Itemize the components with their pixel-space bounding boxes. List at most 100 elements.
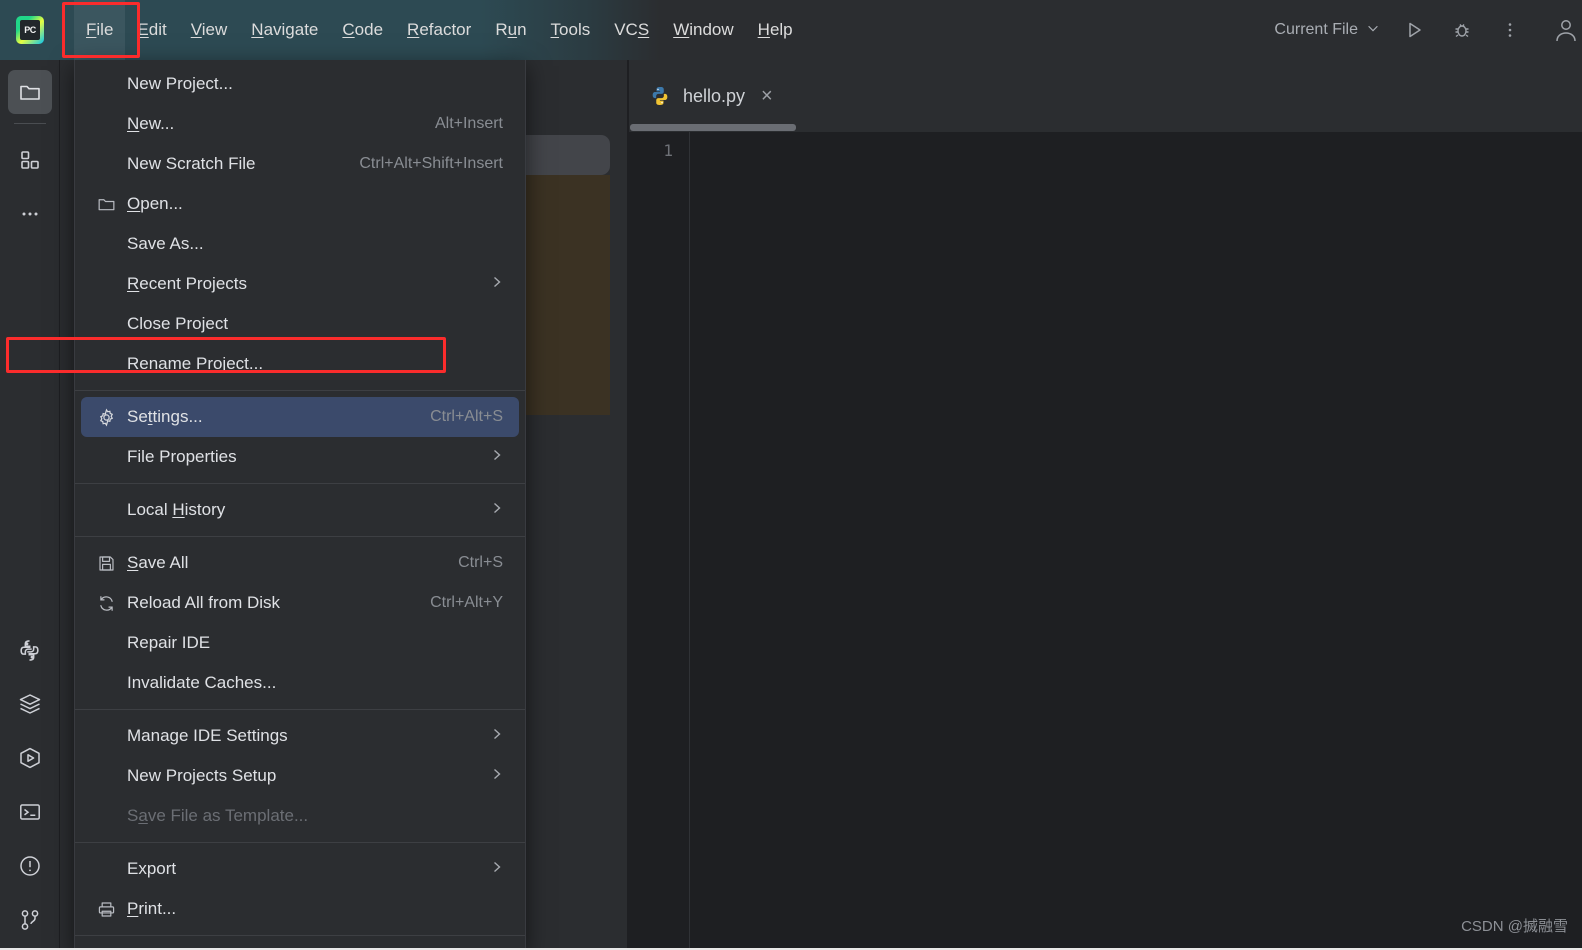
menu-item-label: Save As... [127, 234, 204, 253]
menu-item-label: Export [127, 859, 177, 878]
rail-divider [13, 123, 46, 124]
sidebar-item-run-tool-window[interactable] [8, 736, 52, 780]
menubar-item-help[interactable]: Help [746, 0, 805, 60]
run-configuration-label: Current File [1274, 21, 1358, 38]
menu-item-label: File Properties [127, 447, 237, 466]
menu-item-label: New Project... [127, 74, 233, 93]
pycharm-window: PC File Edit View Navigate Code Refactor Run To… [0, 0, 1582, 950]
printer-icon [97, 900, 127, 919]
sidebar-item-database[interactable] [8, 682, 52, 726]
debug-bug-icon[interactable] [1442, 10, 1482, 50]
chevron-right-icon [491, 767, 503, 786]
chevron-right-icon [491, 727, 503, 746]
pycharm-logo-text: PC [20, 20, 40, 40]
menu-item-print[interactable]: Print... [75, 889, 525, 929]
menubar-item-tools[interactable]: Tools [539, 0, 603, 60]
editor-gutter: 1 [629, 132, 690, 950]
menu-item-new-project[interactable]: New Project... [75, 64, 525, 104]
menu-item-shortcut: Ctrl+Alt+S [430, 408, 503, 425]
menu-item-label: Reload All from Disk [127, 593, 281, 612]
python-file-icon [649, 85, 671, 107]
menu-item-close-project[interactable]: Close Project [75, 304, 525, 344]
sidebar-item-python-console[interactable] [8, 628, 52, 672]
menu-item-label: New Scratch File [127, 154, 256, 173]
menu-item-new-scratch-file[interactable]: New Scratch File Ctrl+Alt+Shift+Insert [75, 144, 525, 184]
run-icon[interactable] [1394, 10, 1434, 50]
menubar-item-run[interactable]: Run [483, 0, 538, 60]
menu-item-label: New... [127, 114, 175, 133]
menu-item-open[interactable]: Open... [75, 184, 525, 224]
menu-item-label: Manage IDE Settings [127, 726, 288, 745]
menu-item-label: Save File as Template... [127, 806, 309, 825]
menu-separator [75, 842, 525, 843]
menu-item-new-projects-setup[interactable]: New Projects Setup [75, 756, 525, 796]
run-configuration-selector[interactable]: Current File [1264, 21, 1390, 40]
chevron-right-icon [491, 448, 503, 467]
file-dropdown-menu[interactable]: New Project... New... Alt+Insert New Scratc… [74, 60, 526, 950]
menu-item-save-as[interactable]: Save As... [75, 224, 525, 264]
toolbar-right: Current File [1264, 0, 1582, 60]
menu-item-label: Repair IDE [127, 633, 211, 652]
menu-item-file-properties[interactable]: File Properties [75, 437, 525, 477]
more-vertical-icon[interactable] [1490, 10, 1530, 50]
menu-item-label: Save All [127, 553, 189, 572]
close-icon[interactable]: × [757, 84, 777, 108]
editor-tab-label: hello.py [683, 85, 746, 106]
line-number: 1 [663, 141, 673, 160]
chevron-right-icon [491, 275, 503, 294]
menu-separator [75, 483, 525, 484]
menu-item-save-all[interactable]: Save All Ctrl+S [75, 543, 525, 583]
menubar-item-refactor[interactable]: Refactor [395, 0, 483, 60]
menu-item-new[interactable]: New... Alt+Insert [75, 104, 525, 144]
menu-item-invalidate-caches[interactable]: Invalidate Caches... [75, 663, 525, 703]
user-account-icon[interactable] [1546, 10, 1582, 50]
tool-window-rail [0, 60, 60, 950]
gear-icon [97, 407, 127, 427]
menu-item-shortcut: Alt+Insert [434, 115, 503, 132]
sidebar-item-version-control[interactable] [8, 898, 52, 942]
menubar-items: File Edit View Navigate Code Refactor Run Tools… [74, 0, 805, 60]
menu-item-repair-ide[interactable]: Repair IDE [75, 623, 525, 663]
menu-item-local-history[interactable]: Local History [75, 490, 525, 530]
menu-item-label: Close Project [127, 314, 229, 333]
editor-tabbar: hello.py × [629, 60, 1582, 132]
reload-icon [97, 594, 127, 613]
sidebar-item-problems[interactable] [8, 844, 52, 888]
menu-item-shortcut: Ctrl+Alt+Shift+Insert [359, 155, 503, 172]
chevron-right-icon [491, 860, 503, 879]
menu-item-label: Print... [127, 899, 177, 918]
menubar-item-window[interactable]: Window [661, 0, 745, 60]
menubar-item-file[interactable]: File [74, 0, 126, 60]
menu-separator [75, 536, 525, 537]
editor-text-content[interactable] [690, 132, 1582, 950]
sidebar-item-project[interactable] [7, 70, 52, 114]
editor-area: hello.py × 1 [629, 60, 1582, 950]
menu-item-rename-project[interactable]: Rename Project... [75, 344, 525, 384]
editor-tab-hello-py[interactable]: hello.py × [629, 60, 791, 132]
menubar-item-edit[interactable]: Edit [125, 0, 178, 60]
menubar-item-view[interactable]: View [179, 0, 240, 60]
menubar-item-vcs[interactable]: VCS [602, 0, 661, 60]
chevron-right-icon [491, 501, 503, 520]
menu-item-shortcut: Ctrl+S [458, 554, 503, 571]
sidebar-item-terminal[interactable] [8, 790, 52, 834]
menu-item-shortcut: Ctrl+Alt+Y [430, 594, 503, 611]
menu-item-label: Rename Project... [127, 354, 264, 373]
code-editor[interactable]: 1 [629, 132, 1582, 950]
menubar-item-navigate[interactable]: Navigate [239, 0, 330, 60]
save-disk-icon [97, 554, 127, 573]
menu-item-label: New Projects Setup [127, 766, 277, 785]
menu-item-manage-ide-settings[interactable]: Manage IDE Settings [75, 716, 525, 756]
menu-item-reload-all-from-disk[interactable]: Reload All from Disk Ctrl+Alt+Y [75, 583, 525, 623]
chevron-down-icon [1366, 21, 1380, 40]
menu-item-save-file-as-template: Save File as Template... [75, 796, 525, 836]
sidebar-item-structure[interactable] [8, 138, 52, 182]
watermark-text: CSDN @搣融雪 [1461, 918, 1568, 935]
menu-item-label: Recent Projects [127, 274, 248, 293]
menubar-item-code[interactable]: Code [330, 0, 395, 60]
menu-item-recent-projects[interactable]: Recent Projects [75, 264, 525, 304]
menu-separator [75, 935, 525, 936]
sidebar-item-more-tool-windows[interactable] [8, 192, 52, 236]
menu-item-settings[interactable]: Settings... Ctrl+Alt+S [81, 397, 519, 437]
menu-item-export[interactable]: Export [75, 849, 525, 889]
